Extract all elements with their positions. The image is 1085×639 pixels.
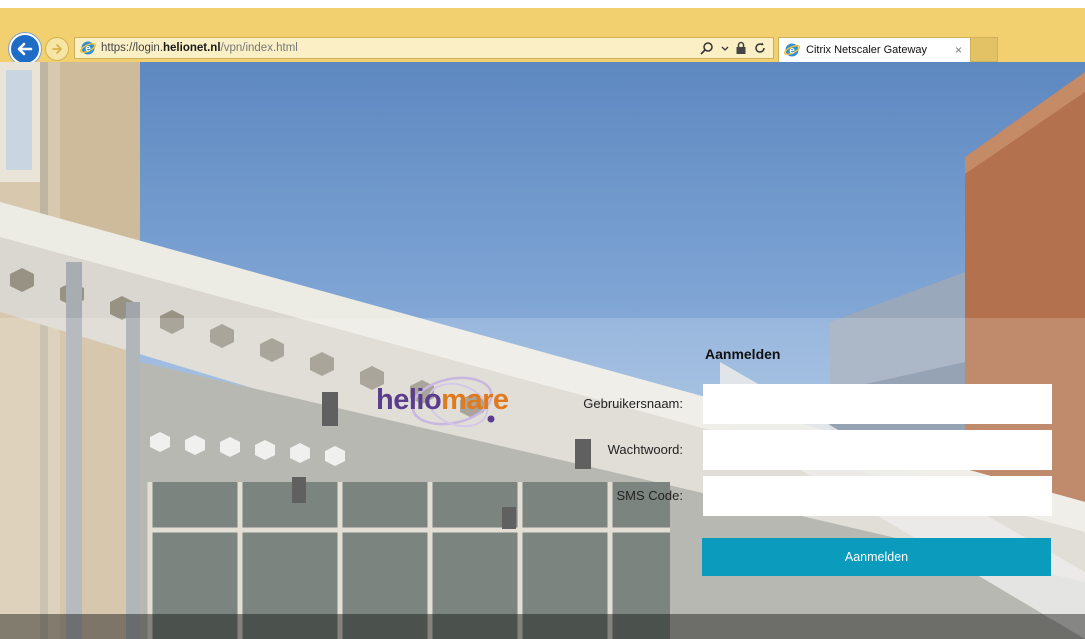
refresh-icon[interactable] — [753, 40, 767, 56]
forward-arrow-icon — [52, 44, 62, 54]
footer-band — [0, 614, 1085, 639]
dropdown-chevron-icon[interactable] — [721, 40, 729, 56]
svg-text:e: e — [789, 46, 795, 57]
tab-title: Citrix Netscaler Gateway — [806, 44, 928, 56]
address-tools — [699, 40, 767, 56]
address-bar[interactable]: e https://login.helionet.nl/vpn/index.ht… — [74, 37, 774, 59]
logo-text: heliomare — [376, 384, 509, 417]
browser-tab[interactable]: e Citrix Netscaler Gateway × — [778, 37, 971, 62]
username-label: Gebruikersnaam: — [583, 396, 683, 411]
url-text: https://login.helionet.nl/vpn/index.html — [101, 42, 298, 54]
tab-ie-icon: e — [784, 43, 800, 57]
password-label: Wachtwoord: — [607, 442, 683, 457]
tab-close-button[interactable]: × — [955, 43, 962, 57]
new-tab-button[interactable] — [971, 37, 998, 62]
logo-text-mare: mare — [441, 384, 509, 416]
ie-page-icon: e — [80, 41, 96, 55]
lock-icon[interactable] — [735, 40, 747, 56]
sms-code-label: SMS Code: — [616, 488, 683, 503]
search-icon[interactable] — [699, 40, 715, 56]
sms-code-input[interactable] — [703, 476, 1052, 516]
form-title: Aanmelden — [705, 346, 781, 362]
forward-button[interactable] — [45, 37, 69, 61]
username-input[interactable] — [703, 384, 1052, 424]
back-arrow-icon — [17, 42, 33, 56]
password-input[interactable] — [703, 430, 1052, 470]
svg-text:e: e — [85, 44, 91, 55]
url-domain: helionet.nl — [163, 42, 221, 54]
url-prefix: https://login. — [101, 42, 164, 54]
login-submit-button[interactable]: Aanmelden — [702, 538, 1051, 576]
back-button[interactable] — [9, 33, 41, 65]
url-path: /vpn/index.html — [220, 42, 298, 54]
heliomare-logo: heliomare — [360, 371, 510, 441]
logo-text-helio: helio — [376, 384, 442, 416]
